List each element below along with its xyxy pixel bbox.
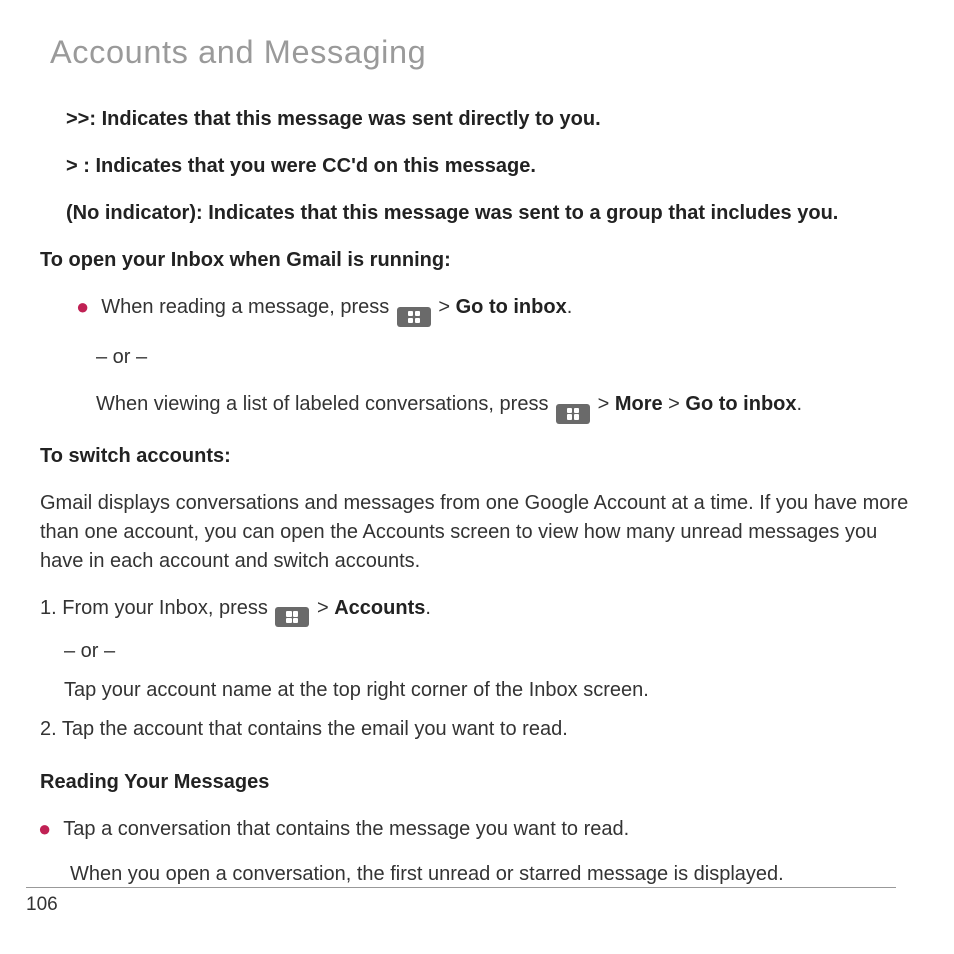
more-label: More [615,393,663,415]
period: . [567,296,573,318]
path-separator: > [663,393,686,415]
path-separator: > [598,393,615,415]
reading-followup: When you open a conversation, the first … [70,860,914,889]
switch-or: – or – [64,637,914,666]
switch-step1: 1. From your Inbox, press > Accounts. [40,594,914,628]
switch-heading: To switch accounts: [40,442,914,471]
go-to-inbox-label: Go to inbox [456,296,567,318]
footer: 106 [26,887,896,916]
indicator-direct: >>: Indicates that this message was sent… [66,105,914,134]
go-to-inbox-label: Go to inbox [685,393,796,415]
reading-heading: Reading Your Messages [40,768,914,797]
switch-step1-alt: Tap your account name at the top right c… [64,676,914,705]
body-content: >>: Indicates that this message was sent… [40,105,914,889]
indicator-none: (No indicator): Indicates that this mess… [66,199,914,228]
inbox-bullet-row: ● When reading a message, press > Go to … [40,293,914,327]
or-separator: – or – [96,343,914,372]
bullet-icon: ● [76,293,89,327]
accounts-label: Accounts [334,597,425,619]
inbox-bullet-text: When reading a message, press > Go to in… [101,293,914,327]
path-separator: > [438,296,455,318]
menu-icon [397,307,431,327]
bullet-icon: ● [38,815,51,844]
switch-step2: 2. Tap the account that contains the ema… [40,715,914,744]
reading-bullet-row: ● Tap a conversation that contains the m… [32,815,914,844]
reading-bullet-text: Tap a conversation that contains the mes… [63,815,914,844]
period: . [425,597,431,619]
switch-para: Gmail displays conversations and message… [40,489,914,576]
switch-step1-pre: 1. From your Inbox, press [40,597,273,619]
page-number: 106 [26,894,58,915]
inbox-alt-line: When viewing a list of labeled conversat… [96,390,914,424]
section-title: Accounts and Messaging [50,34,914,71]
menu-icon [275,607,309,627]
path-separator: > [317,597,334,619]
indicator-cc: > : Indicates that you were CC'd on this… [66,152,914,181]
menu-icon [556,404,590,424]
inbox-bullet-pre: When reading a message, press [101,296,395,318]
inbox-heading: To open your Inbox when Gmail is running… [40,246,914,275]
period: . [797,393,803,415]
footer-rule [26,887,896,888]
inbox-alt-pre: When viewing a list of labeled conversat… [96,393,554,415]
